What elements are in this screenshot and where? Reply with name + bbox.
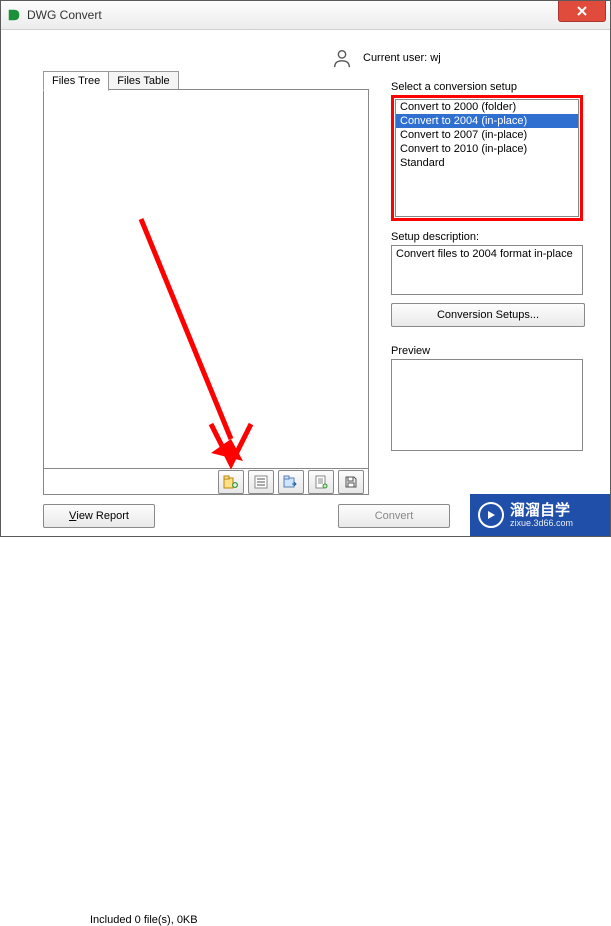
files-tree-pane[interactable] [43,89,369,469]
dwg-convert-window: DWG Convert Current user: wj Files Tree … [0,0,611,537]
close-button[interactable] [558,1,606,22]
user-icon [331,47,353,69]
current-user-row: Current user: wj [331,47,441,69]
list-button[interactable] [248,470,274,494]
current-user-label: Current user: wj [363,52,441,64]
watermark-title: 溜溜自学 [510,503,573,518]
setup-item[interactable]: Convert to 2010 (in-place) [396,142,578,156]
app-icon [7,8,21,22]
preview-box [391,359,583,451]
setup-description-text: Convert files to 2004 format in-place [396,248,573,260]
window-title: DWG Convert [27,8,102,22]
view-report-button[interactable]: View Report [43,504,155,528]
included-files-status: Included 0 file(s), 0KB [90,914,198,926]
files-toolbar: Included 0 file(s), 0KB [43,469,369,495]
setup-item[interactable]: Convert to 2004 (in-place) [396,114,578,128]
add-file-button[interactable] [218,470,244,494]
tab-files-table[interactable]: Files Table [108,71,178,91]
setup-item[interactable]: Convert to 2007 (in-place) [396,128,578,142]
titlebar: DWG Convert [1,1,610,30]
sheet-add-button[interactable] [308,470,334,494]
files-tabs: Files Tree Files Table [43,71,179,91]
conversion-setups-button[interactable]: Conversion Setups... [391,303,585,327]
convert-button[interactable]: Convert [338,504,450,528]
watermark-logo: 溜溜自学 zixue.3d66.com [470,494,610,536]
folder-export-button[interactable] [278,470,304,494]
save-button[interactable] [338,470,364,494]
dialog-body: Current user: wj Files Tree Files Table … [1,29,610,536]
setup-item[interactable]: Standard [396,156,578,170]
setup-item[interactable]: Convert to 2000 (folder) [396,100,578,114]
watermark-url: zixue.3d66.com [510,518,573,528]
setup-description-box: Convert files to 2004 format in-place [391,245,583,295]
desc-section-label: Setup description: [391,231,583,243]
tab-files-tree[interactable]: Files Tree [43,71,109,91]
play-icon [478,502,504,528]
conversion-setup-list[interactable]: Convert to 2000 (folder) Convert to 2004… [395,99,579,217]
right-column: Select a conversion setup Convert to 200… [391,71,583,451]
setup-list-highlight: Convert to 2000 (folder) Convert to 2004… [391,95,583,221]
setup-section-label: Select a conversion setup [391,81,583,93]
preview-section-label: Preview [391,345,583,357]
